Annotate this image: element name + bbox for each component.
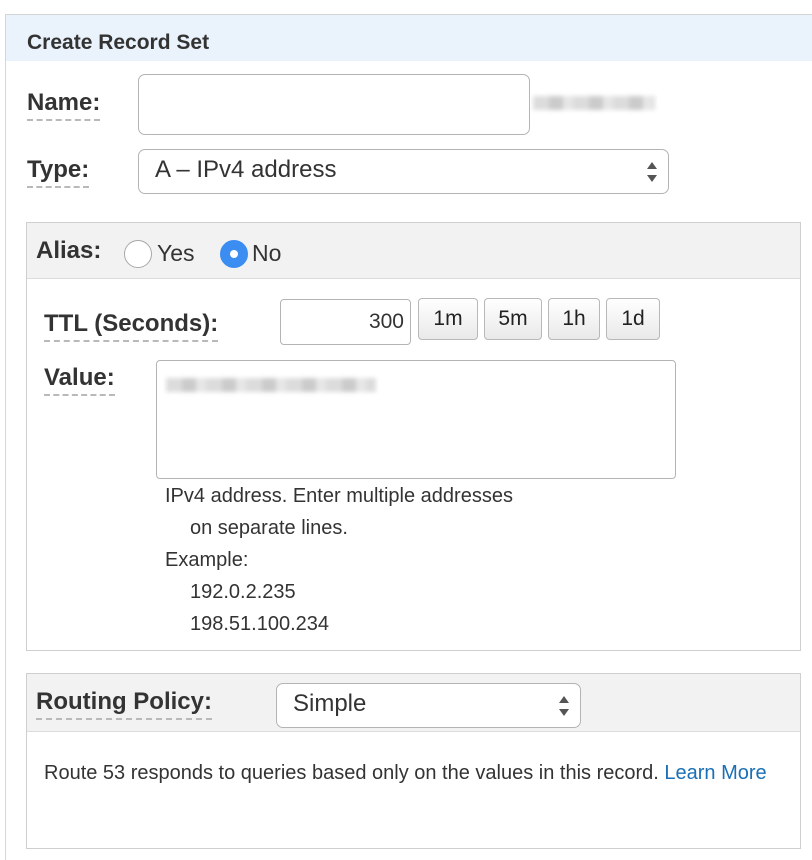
alias-yes-label[interactable]: Yes [157,240,195,267]
panel-header: Create Record Set [6,15,812,61]
ttl-1d-button[interactable]: 1d [606,298,660,340]
ttl-1h-button[interactable]: 1h [548,298,600,340]
panel-title: Create Record Set [27,31,210,54]
routing-description-text: Route 53 responds to queries based only … [44,762,659,784]
routing-policy-select[interactable]: Simple [276,683,581,728]
ttl-input[interactable] [280,299,411,345]
redacted-ip-value [166,378,376,392]
value-help-line1: IPv4 address. Enter multiple addresses [165,485,513,507]
example-ip-2: 198.51.100.234 [190,613,330,635]
type-select-value: A – IPv4 address [155,156,337,183]
value-help-line2: on separate lines. [190,517,348,539]
alias-no-label[interactable]: No [252,240,281,267]
updown-arrows-icon [647,162,657,182]
name-input[interactable] [138,74,530,135]
name-label: Name: [27,89,101,121]
updown-arrows-icon [559,696,569,716]
routing-description: Route 53 responds to queries based only … [44,757,794,789]
example-ip-1: 192.0.2.235 [190,581,296,603]
learn-more-link[interactable]: Learn More [664,762,766,784]
ttl-5m-button[interactable]: 5m [484,298,542,340]
ttl-label: TTL (Seconds): [44,310,219,342]
type-label: Type: [27,156,90,188]
alias-label: Alias: [36,237,102,264]
ttl-1m-button[interactable]: 1m [418,298,478,340]
routing-policy-label: Routing Policy: [36,688,212,720]
type-select[interactable]: A – IPv4 address [138,149,669,194]
example-label: Example: [165,549,249,571]
alias-yes-radio[interactable] [124,240,152,268]
routing-select-value: Simple [293,690,367,717]
alias-no-radio[interactable] [220,240,248,268]
redacted-domain [533,96,655,110]
value-label: Value: [44,364,115,396]
